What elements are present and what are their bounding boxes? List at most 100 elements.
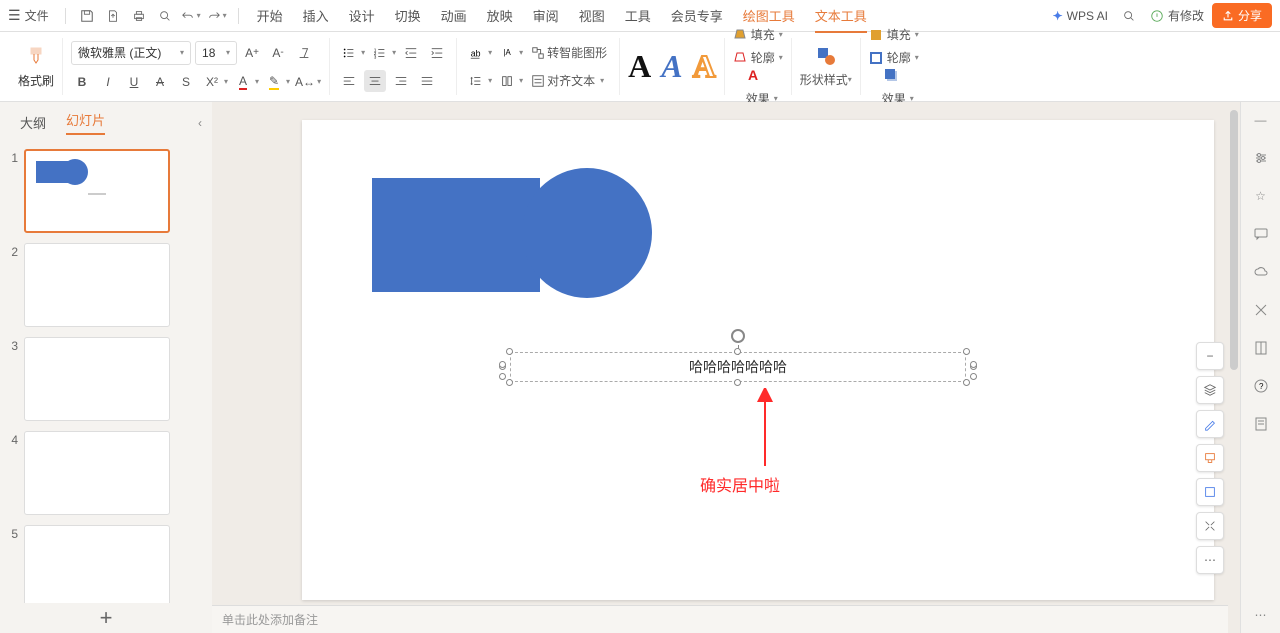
shape-outline-button[interactable]: 轮廓▾ <box>869 49 919 66</box>
tools-icon[interactable] <box>1196 512 1224 540</box>
save-icon[interactable] <box>77 6 97 26</box>
superscript-icon[interactable]: X²▾ <box>201 71 228 93</box>
line-spacing-icon[interactable]: ▾ <box>465 70 492 92</box>
undo-icon[interactable]: ▾ <box>181 6 201 26</box>
minimize-icon[interactable]: — <box>1251 110 1271 130</box>
text-outline-button[interactable]: 轮廓▾ <box>733 49 783 66</box>
menu-transition[interactable]: 切换 <box>395 6 421 25</box>
resize-handle[interactable] <box>506 348 513 355</box>
menu-view[interactable]: 视图 <box>579 6 605 25</box>
more-icon[interactable]: ⋯ <box>1196 546 1224 574</box>
settings-icon[interactable] <box>1251 148 1271 168</box>
clear-format-icon[interactable] <box>293 42 315 64</box>
tab-outline[interactable]: 大纲 <box>20 113 46 132</box>
resize-handle[interactable] <box>506 379 513 386</box>
slide-item[interactable]: 3 <box>6 337 206 421</box>
resize-handle[interactable] <box>734 348 741 355</box>
shadow-icon[interactable]: S <box>175 71 197 93</box>
help-icon[interactable]: ? <box>1251 376 1271 396</box>
layers-icon[interactable] <box>1196 376 1224 404</box>
export-icon[interactable] <box>103 6 123 26</box>
menu-start[interactable]: 开始 <box>257 6 283 25</box>
minus-icon[interactable]: − <box>1196 342 1224 370</box>
shape-effect-button[interactable] <box>882 66 914 84</box>
print-icon[interactable] <box>129 6 149 26</box>
increase-indent-icon[interactable] <box>426 42 448 64</box>
menu-member[interactable]: 会员专享 <box>671 6 723 25</box>
font-name-select[interactable]: 微软雅黑 (正文)▾ <box>71 41 191 65</box>
menu-insert[interactable]: 插入 <box>303 6 329 25</box>
crop-icon[interactable] <box>1196 478 1224 506</box>
menu-slideshow[interactable]: 放映 <box>487 6 513 25</box>
search-icon[interactable] <box>1119 6 1139 26</box>
menu-text-tools[interactable]: 文本工具 <box>815 6 867 33</box>
edit-icon[interactable] <box>1251 300 1271 320</box>
shape-circle[interactable] <box>522 168 652 298</box>
slide-thumb-3[interactable] <box>24 337 170 421</box>
text-style-outline[interactable]: A <box>693 48 716 85</box>
italic-icon[interactable]: I <box>97 71 119 93</box>
pencil-icon[interactable] <box>1196 410 1224 438</box>
wps-ai-button[interactable]: ✦WPS AI <box>1053 9 1108 23</box>
slide-thumb-1[interactable] <box>24 149 170 233</box>
format-brush-button[interactable]: 格式刷 <box>18 44 54 89</box>
smart-shape-icon[interactable]: 转智能图形 <box>527 42 611 64</box>
star-icon[interactable]: ☆ <box>1251 186 1271 206</box>
increase-font-icon[interactable]: A+ <box>241 42 263 64</box>
text-fill-button[interactable]: 填充▾ <box>733 26 783 43</box>
slide-canvas[interactable]: 哈哈哈哈哈哈哈 确实居中啦 <box>302 120 1214 600</box>
decrease-indent-icon[interactable] <box>400 42 422 64</box>
notes-bar[interactable]: 单击此处添加备注 <box>212 605 1228 633</box>
resize-handle[interactable] <box>963 348 970 355</box>
resize-handle[interactable] <box>970 373 977 380</box>
status-modified[interactable]: 有修改 <box>1150 7 1204 24</box>
slide-item[interactable]: 5 <box>6 525 206 603</box>
vertical-text-icon[interactable]: |A▾ <box>496 42 523 64</box>
book-icon[interactable] <box>1251 338 1271 358</box>
resize-handle[interactable] <box>734 379 741 386</box>
slide-item[interactable]: 1 <box>6 149 206 233</box>
text-direction-icon[interactable]: ab▾ <box>465 42 492 64</box>
resize-handle[interactable] <box>499 373 506 380</box>
char-spacing-icon[interactable]: A↔▾ <box>294 71 321 93</box>
redo-icon[interactable]: ▾ <box>207 6 227 26</box>
menu-review[interactable]: 审阅 <box>533 6 559 25</box>
slide-thumb-2[interactable] <box>24 243 170 327</box>
strikethrough-icon[interactable]: A <box>149 71 171 93</box>
slide-item[interactable]: 4 <box>6 431 206 515</box>
text-effect-button[interactable]: A <box>746 66 778 84</box>
preview-icon[interactable] <box>155 6 175 26</box>
menu-design[interactable]: 设计 <box>349 6 375 25</box>
font-size-select[interactable]: 18▾ <box>195 41 237 65</box>
slide-thumb-5[interactable] <box>24 525 170 603</box>
shape-fill-button[interactable]: 填充▾ <box>869 26 919 43</box>
numbering-icon[interactable]: 123▾ <box>369 42 396 64</box>
align-text-icon[interactable]: 对齐文本▾ <box>527 70 604 92</box>
canvas-area[interactable]: 哈哈哈哈哈哈哈 确实居中啦 − ⋯ <box>212 102 1240 633</box>
slide-item[interactable]: 2 <box>6 243 206 327</box>
bold-icon[interactable]: B <box>71 71 93 93</box>
menu-tools[interactable]: 工具 <box>625 6 651 25</box>
textbox-selected[interactable]: 哈哈哈哈哈哈哈 <box>510 352 966 382</box>
columns-icon[interactable]: ▾ <box>496 70 523 92</box>
cloud-icon[interactable] <box>1251 262 1271 282</box>
slide-thumb-4[interactable] <box>24 431 170 515</box>
align-right-icon[interactable] <box>390 70 412 92</box>
hamburger-icon[interactable]: ☰ <box>8 7 21 24</box>
decrease-font-icon[interactable]: A- <box>267 42 289 64</box>
align-center-icon[interactable] <box>364 70 386 92</box>
text-style-blue[interactable]: A <box>661 48 682 85</box>
textbox-content[interactable]: 哈哈哈哈哈哈哈 <box>689 357 787 377</box>
align-justify-icon[interactable] <box>416 70 438 92</box>
scrollbar[interactable] <box>1226 102 1240 633</box>
tab-slides[interactable]: 幻灯片 <box>66 110 105 135</box>
menu-animation[interactable]: 动画 <box>441 6 467 25</box>
paint-icon[interactable] <box>1196 444 1224 472</box>
bullets-icon[interactable]: ▾ <box>338 42 365 64</box>
chat-icon[interactable] <box>1251 224 1271 244</box>
shape-style-button[interactable]: 形状样式▾ <box>800 45 852 88</box>
more-rail-icon[interactable]: ⋯ <box>1251 605 1271 625</box>
collapse-sidebar-icon[interactable]: ‹ <box>198 116 202 130</box>
file-menu[interactable]: 文件 <box>25 7 49 24</box>
highlight-icon[interactable]: ✎▾ <box>263 71 290 93</box>
